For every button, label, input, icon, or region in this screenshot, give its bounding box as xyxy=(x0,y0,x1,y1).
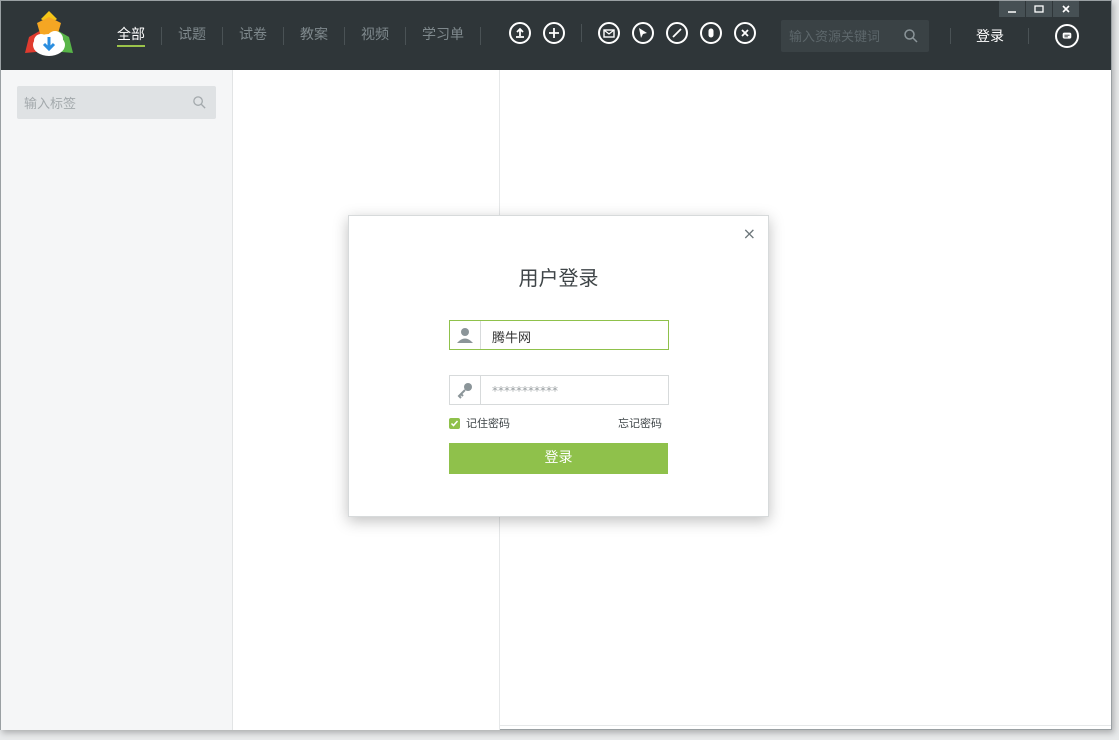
add-icon[interactable] xyxy=(543,22,565,44)
user-icon xyxy=(450,321,481,349)
tab-lesson-plans[interactable]: 教案 xyxy=(284,1,344,70)
app-window: 全部 试题 试卷 教案 视频 学习单 输入资源关键词 登录 输入标签 × 用户登… xyxy=(0,0,1112,730)
tag-search-input[interactable] xyxy=(22,94,186,114)
close-circle-icon[interactable] xyxy=(734,22,756,44)
tag-search xyxy=(17,86,216,119)
login-dialog: × 用户登录 记住密码 忘记密码 登录 xyxy=(348,215,769,517)
email-icon[interactable] xyxy=(598,22,620,44)
forgot-password-link[interactable]: 忘记密码 xyxy=(618,415,662,431)
tab-videos[interactable]: 视频 xyxy=(345,1,405,70)
remember-password[interactable]: 记住密码 xyxy=(449,415,510,431)
login-button[interactable]: 登录 xyxy=(449,443,668,474)
sidebar xyxy=(1,70,233,730)
tab-study-sheets[interactable]: 学习单 xyxy=(406,1,480,70)
window-controls xyxy=(999,1,1080,17)
message-icon[interactable] xyxy=(1055,24,1079,48)
search-input[interactable] xyxy=(787,27,903,47)
search-icon[interactable] xyxy=(903,28,919,44)
minimize-button[interactable] xyxy=(999,1,1025,17)
key-icon xyxy=(450,376,481,404)
upload-icon[interactable] xyxy=(509,22,531,44)
toolbar-divider xyxy=(581,24,582,42)
tab-questions[interactable]: 试题 xyxy=(162,1,222,70)
window-close-button[interactable] xyxy=(1053,1,1079,17)
resource-search xyxy=(781,20,929,52)
header-divider xyxy=(950,28,951,44)
dialog-close-button[interactable]: × xyxy=(743,224,756,243)
top-bar: 全部 试题 试卷 教案 视频 学习单 输入资源关键词 登录 xyxy=(1,1,1111,71)
maximize-button[interactable] xyxy=(1026,1,1052,17)
remember-checkbox[interactable] xyxy=(449,417,460,429)
eraser-icon[interactable] xyxy=(700,22,722,44)
app-logo xyxy=(25,11,73,56)
username-field xyxy=(449,320,669,350)
dialog-title: 用户登录 xyxy=(518,266,599,290)
pen-icon[interactable] xyxy=(666,22,688,44)
nav-divider xyxy=(480,26,481,45)
username-input[interactable] xyxy=(490,326,664,346)
remember-label: 记住密码 xyxy=(466,417,510,430)
password-input[interactable] xyxy=(490,381,664,401)
nav-tabs: 全部 试题 试卷 教案 视频 学习单 xyxy=(101,1,481,70)
tab-papers[interactable]: 试卷 xyxy=(223,1,283,70)
header-divider xyxy=(1028,28,1029,44)
toolbar xyxy=(509,22,768,44)
search-icon[interactable] xyxy=(192,95,207,110)
cursor-icon[interactable] xyxy=(632,22,654,44)
header-login-link[interactable]: 登录 xyxy=(976,26,1004,46)
tab-all[interactable]: 全部 xyxy=(101,1,161,70)
password-field xyxy=(449,375,669,405)
